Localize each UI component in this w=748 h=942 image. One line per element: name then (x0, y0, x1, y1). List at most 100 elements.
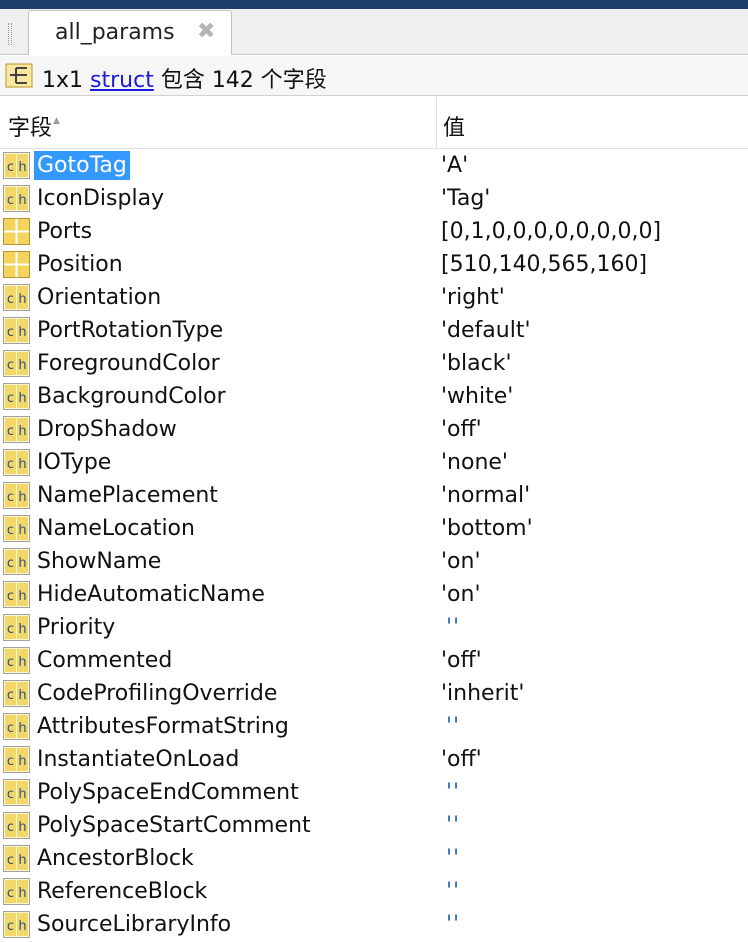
char-icon: ch (3, 647, 30, 674)
field-value[interactable]: 'off' (441, 415, 482, 444)
table-row[interactable]: c h SourceLibraryInfo '' (0, 908, 748, 941)
table-row[interactable]: c h InstantiateOnLoad'off' (0, 743, 748, 776)
field-name[interactable]: NameLocation (36, 514, 196, 543)
svg-text:c: c (7, 622, 14, 637)
table-row[interactable]: c h PolySpaceStartComment '' (0, 809, 748, 842)
char-icon: ch (3, 383, 30, 410)
field-name[interactable]: Commented (36, 646, 173, 675)
field-name[interactable]: Position (36, 250, 124, 279)
svg-text:c: c (7, 655, 14, 670)
field-name[interactable]: SourceLibraryInfo (36, 910, 232, 939)
table-row[interactable]: c h DropShadow'off' (0, 413, 748, 446)
svg-text:c: c (7, 457, 14, 472)
svg-text:h: h (18, 853, 26, 868)
field-value[interactable]: 'off' (441, 745, 482, 774)
svg-text:c: c (7, 490, 14, 505)
char-icon: ch (3, 482, 30, 509)
field-name[interactable]: ShowName (36, 547, 162, 576)
table-row[interactable]: Position [510,140,565,160] (0, 248, 748, 281)
field-value[interactable]: 'black' (441, 349, 512, 378)
field-name[interactable]: IOType (36, 448, 112, 477)
table-row[interactable]: c h Commented 'off' (0, 644, 748, 677)
field-name[interactable]: CodeProfilingOverride (36, 679, 278, 708)
field-value[interactable]: 'default' (441, 316, 531, 345)
table-row[interactable]: c h PortRotationType'default' (0, 314, 748, 347)
field-name[interactable]: DropShadow (36, 415, 178, 444)
drag-grip[interactable] (8, 23, 12, 45)
table-row[interactable]: c h NameLocation'bottom' (0, 512, 748, 545)
field-name[interactable]: Ports (36, 217, 93, 246)
field-value[interactable]: 'A' (441, 151, 468, 180)
struct-link[interactable]: struct (90, 68, 154, 93)
table-row[interactable]: c h ForegroundColor 'black' (0, 347, 748, 380)
table-row[interactable]: c h NamePlacement 'normal' (0, 479, 748, 512)
table-row[interactable]: c h AncestorBlock '' (0, 842, 748, 875)
field-value[interactable]: 'Tag' (441, 184, 490, 213)
field-name[interactable]: ForegroundColor (36, 349, 221, 378)
field-value[interactable]: 'inherit' (441, 679, 524, 708)
field-value[interactable]: 'none' (441, 448, 508, 477)
table-row[interactable]: c h IconDisplay 'Tag' (0, 182, 748, 215)
table-row[interactable]: c h ReferenceBlock '' (0, 875, 748, 908)
svg-text:h: h (18, 820, 26, 835)
tab-all-params[interactable]: all_params ✖ (28, 10, 232, 55)
header-value[interactable]: 值 (443, 110, 465, 142)
field-name[interactable]: Orientation (36, 283, 162, 312)
svg-text:c: c (7, 424, 14, 439)
table-row[interactable]: c h HideAutomaticName'on' (0, 578, 748, 611)
column-divider[interactable] (436, 97, 437, 149)
char-icon: ch (3, 416, 30, 443)
svg-text:h: h (18, 424, 26, 439)
field-value[interactable]: [510,140,565,160] (441, 250, 647, 279)
field-name[interactable]: BackgroundColor (36, 382, 227, 411)
field-name[interactable]: AttributesFormatString (36, 712, 290, 741)
close-icon[interactable]: ✖ (197, 19, 215, 45)
char-icon: ch (3, 878, 30, 905)
table-row[interactable]: c h CodeProfilingOverride'inherit' (0, 677, 748, 710)
svg-text:c: c (7, 589, 14, 604)
table-row[interactable]: c h GotoTag 'A' (0, 149, 748, 182)
svg-text:c: c (7, 292, 14, 307)
field-value[interactable]: '' (446, 877, 460, 906)
svg-text:c: c (7, 523, 14, 538)
field-name[interactable]: PolySpaceEndComment (36, 778, 300, 807)
field-value[interactable]: '' (446, 778, 460, 807)
field-value[interactable]: [0,1,0,0,0,0,0,0,0,0] (441, 217, 661, 246)
matrix-icon (3, 251, 30, 278)
char-icon: ch (3, 350, 30, 377)
table-row[interactable]: c h Priority '' (0, 611, 748, 644)
svg-text:c: c (7, 193, 14, 208)
field-name[interactable]: PortRotationType (36, 316, 224, 345)
char-icon: ch (3, 449, 30, 476)
field-name[interactable]: InstantiateOnLoad (36, 745, 240, 774)
table-row[interactable]: c h BackgroundColor 'white' (0, 380, 748, 413)
field-value[interactable]: 'bottom' (441, 514, 533, 543)
field-value[interactable]: '' (446, 910, 460, 939)
field-name[interactable]: PolySpaceStartComment (36, 811, 312, 840)
table-row[interactable]: c h Orientation'right' (0, 281, 748, 314)
field-value[interactable]: '' (446, 844, 460, 873)
field-value[interactable]: '' (446, 811, 460, 840)
field-value[interactable]: 'on' (441, 547, 481, 576)
field-value[interactable]: '' (446, 712, 460, 741)
table-row[interactable]: c h IOType 'none' (0, 446, 748, 479)
svg-text:c: c (7, 556, 14, 571)
table-row[interactable]: Ports [0,1,0,0,0,0,0,0,0,0] (0, 215, 748, 248)
table-row[interactable]: c h AttributesFormatString '' (0, 710, 748, 743)
field-name[interactable]: IconDisplay (36, 184, 165, 213)
field-value[interactable]: 'white' (441, 382, 513, 411)
field-name[interactable]: ReferenceBlock (36, 877, 208, 906)
field-value[interactable]: '' (446, 613, 460, 642)
field-name[interactable]: NamePlacement (36, 481, 219, 510)
field-value[interactable]: 'on' (441, 580, 481, 609)
field-value[interactable]: 'right' (441, 283, 505, 312)
field-value[interactable]: 'off' (441, 646, 482, 675)
table-row[interactable]: c h PolySpaceEndComment '' (0, 776, 748, 809)
field-name[interactable]: GotoTag (34, 151, 130, 180)
header-field[interactable]: 字段▲ (8, 110, 60, 142)
field-value[interactable]: 'normal' (441, 481, 530, 510)
field-name[interactable]: AncestorBlock (36, 844, 195, 873)
field-name[interactable]: HideAutomaticName (36, 580, 266, 609)
table-row[interactable]: c h ShowName'on' (0, 545, 748, 578)
field-name[interactable]: Priority (36, 613, 116, 642)
